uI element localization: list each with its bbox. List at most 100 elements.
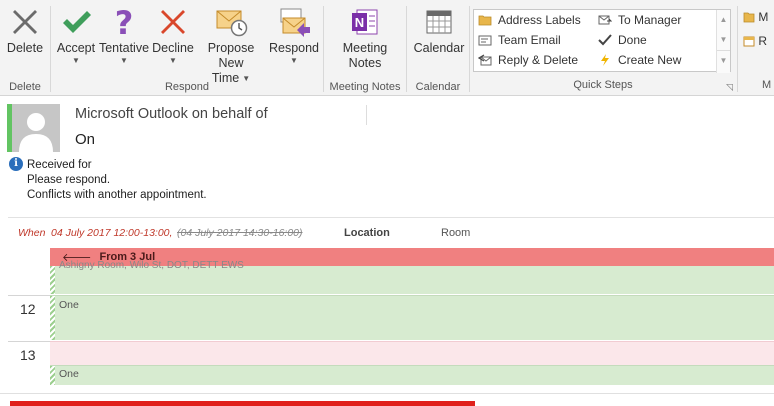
ribbon-right-item-1[interactable]: M [743,10,768,24]
appointment-clipped-text: Ashigny Room, Wilo St, DOT, DETT EWS [59,260,244,271]
quick-step-label: Team Email [498,33,561,47]
quick-step-label: Address Labels [498,13,581,27]
quick-step-reply-delete[interactable]: Reply & Delete [478,53,578,67]
info-icon[interactable]: i [9,157,23,171]
decline-dropdown-caret[interactable]: ▼ [169,56,177,66]
group-label-more: M [762,79,772,91]
quick-step-label: Reply & Delete [498,53,579,67]
accept-dropdown-caret[interactable]: ▼ [72,56,80,66]
quick-step-to-manager[interactable]: To Manager [598,13,681,27]
decline-x-icon [161,10,185,34]
svg-text:N: N [355,15,364,30]
appointment-title: One [59,368,79,380]
quick-step-label: Create New [618,53,682,67]
person-icon [12,104,60,152]
scroll-down-arrow-icon[interactable]: ▼ [717,30,730,50]
tentative-label: Tentative [98,41,150,55]
gallery-expand-icon[interactable]: ▼ [717,50,730,70]
group-label-quick-steps: Quick Steps [573,79,633,91]
done-check-icon [598,34,612,46]
calendar-button[interactable]: Calendar [411,6,467,56]
delete-button-label: Delete [6,41,44,55]
question-mark-icon: ? [115,6,134,38]
calendar-time-column: 12 13 [8,266,50,386]
group-separator [737,6,738,92]
quick-step-done[interactable]: Done [598,33,647,47]
calendar-label: Calendar [413,41,465,55]
calendar-appointment[interactable]: Ashigny Room, Wilo St, DOT, DETT EWS [50,260,774,294]
onenote-icon: N [352,9,378,35]
respond-icon [280,8,310,37]
quick-step-label: To Manager [618,13,682,27]
group-calendar: Calendar Calendar [407,4,469,94]
hour-gridline [8,341,50,342]
respond-dropdown-caret[interactable]: ▼ [290,56,298,66]
meeting-notes-button[interactable]: N Meeting Notes [336,6,394,71]
calendar-icon [426,10,452,34]
accept-button[interactable]: Accept ▼ [55,6,97,66]
calendar-appointment[interactable]: One [50,365,774,385]
hour-label-12: 12 [20,301,36,317]
group-separator [469,6,470,92]
tentative-button[interactable]: ? Tentative ▼ [97,6,151,66]
location-value: Room [441,227,471,239]
quick-step-address-labels[interactable]: Address Labels [478,13,581,27]
propose-label-line1: Propose New [207,41,255,70]
info-line-respond: Please respond. [27,174,111,186]
appointment-hatch [50,366,55,385]
info-line-received: Received for [27,159,92,171]
quick-steps-scrollbar[interactable]: ▲ ▼ ▼ [716,10,730,73]
propose-time-icon [216,10,248,37]
message-subject: On [75,131,96,148]
respond-label: Respond [268,41,320,55]
scroll-up-arrow-icon[interactable]: ▲ [717,10,730,30]
appointment-hatch [50,296,55,340]
when-value: 04 July 2017 12:00-13:00, [51,227,173,239]
group-respond: Accept ▼ ? Tentative ▼ Decline ▼ Propose… [51,4,323,94]
tentative-dropdown-caret[interactable]: ▼ [120,56,128,66]
appointment-title: One [59,299,79,311]
ribbon-right-item-2[interactable]: R [743,34,767,48]
propose-new-time-button[interactable]: Propose New Time ▼ [195,6,267,86]
calendar-appointment[interactable]: One [50,295,774,340]
email-icon [478,35,492,46]
appointment-hatch [50,266,55,294]
group-label-delete: Delete [9,81,41,93]
quick-step-team-email[interactable]: Team Email [478,33,561,47]
when-label: When [18,227,46,239]
group-label-calendar: Calendar [415,81,461,93]
svg-text:?: ? [115,6,134,38]
checkmark-icon [63,11,91,33]
ribbon-right-item-label: R [758,34,768,48]
dialog-launcher-icon[interactable]: ◹ [726,82,733,93]
group-meeting-notes: N Meeting Notes Meeting Notes [324,4,406,94]
delete-button[interactable]: Delete [6,6,44,56]
hour-label-13: 13 [20,347,36,363]
calendar-busy-slot [50,341,774,365]
ribbon: Delete Delete Accept ▼ ? Tentative ▼ Dec… [0,0,774,96]
quick-step-create-new[interactable]: Create New [598,53,681,67]
quick-step-label: Done [618,33,647,47]
folder-icon [478,15,492,26]
avatar[interactable] [12,104,60,152]
meeting-notes-label-line1: Meeting [342,41,388,55]
hour-gridline [8,295,50,296]
quick-steps-gallery: Address Labels To Manager Team Email Don… [473,9,731,73]
location-label: Location [344,227,390,239]
accept-label: Accept [56,41,96,55]
sender-name[interactable]: Microsoft Outlook on behalf of [75,106,268,122]
divider [8,217,774,218]
outlook-window: Delete Delete Accept ▼ ? Tentative ▼ Dec… [0,0,774,406]
group-label-respond: Respond [164,81,210,93]
delete-x-icon [13,10,37,34]
decline-label: Decline [152,41,194,55]
when-previous-value: (04 July 2017 14:30-16:00) [177,227,303,239]
move-folder-icon [743,12,755,23]
decline-button[interactable]: Decline ▼ [151,6,195,66]
respond-button[interactable]: Respond ▼ [267,6,321,66]
meeting-notes-label-line2: Notes [348,56,382,70]
reply-delete-icon [478,54,492,66]
calendar-bottom-border [0,393,774,394]
conflict-indicator-bar [10,401,475,406]
ribbon-right-item-label: M [758,10,769,24]
